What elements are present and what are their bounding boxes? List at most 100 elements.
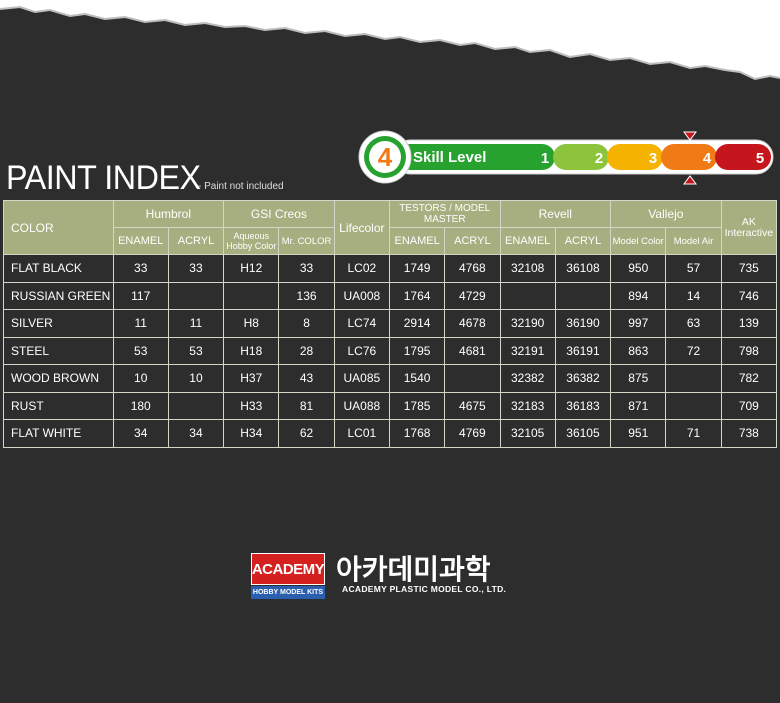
skill-level-5: 5 bbox=[756, 150, 764, 167]
paint-code-cell: 33 bbox=[112, 254, 169, 283]
paint-code-cell: 8 bbox=[278, 309, 335, 338]
paint-code-cell: 81 bbox=[278, 391, 335, 420]
level-marker-top bbox=[683, 131, 697, 141]
header-row-brands: COLOR Humbrol GSI Creos Lifecolor TESTOR… bbox=[3, 200, 778, 255]
paint-code-cell bbox=[167, 281, 225, 310]
sub-gsi-aqueous: Aqueous Hobby Color bbox=[223, 227, 280, 255]
skill-level-2: 2 bbox=[595, 150, 603, 167]
paint-code-cell: 180 bbox=[112, 391, 169, 420]
paint-code-cell: 32382 bbox=[499, 364, 556, 393]
color-name-cell: SILVER bbox=[3, 309, 114, 338]
table-row: STEEL 53 53 H18 28 LC76 1795 4681 32191 36191 863 7… bbox=[3, 336, 778, 365]
paint-code-cell: 4681 bbox=[444, 336, 501, 365]
paint-code-cell: 32190 bbox=[499, 309, 556, 338]
sub-testors-enamel: ENAMEL bbox=[388, 227, 446, 255]
brand-ak-interactive: AK Interactive bbox=[720, 200, 778, 255]
paint-code-cell: 4678 bbox=[444, 309, 501, 338]
table-row: SILVER 11 11 H8 8 LC74 2914 4678 32190 36190 997 63… bbox=[3, 309, 778, 338]
sub-humbrol-acryl: ACRYL bbox=[167, 227, 225, 255]
paint-code-cell: UA085 bbox=[333, 364, 390, 393]
paint-code-cell: 63 bbox=[665, 309, 722, 338]
paint-code-cell bbox=[223, 281, 280, 310]
paint-code-cell: 53 bbox=[167, 336, 225, 365]
paint-note: - Paint not included bbox=[198, 181, 284, 192]
paint-code-cell: 36190 bbox=[554, 309, 612, 338]
brand-lifecolor: Lifecolor bbox=[333, 200, 390, 255]
skill-label: Skill Level bbox=[413, 149, 486, 166]
paint-code-cell bbox=[167, 391, 225, 420]
paint-code-cell: 36183 bbox=[554, 391, 612, 420]
paint-code-cell: LC01 bbox=[333, 419, 390, 448]
company-english-name: ACADEMY PLASTIC MODEL CO., LTD. bbox=[342, 584, 507, 594]
paint-code-cell: 117 bbox=[112, 281, 169, 310]
paint-code-cell: H33 bbox=[223, 391, 280, 420]
paint-code-cell: 71 bbox=[665, 419, 722, 448]
paint-code-cell: 798 bbox=[720, 336, 778, 365]
paint-code-cell: 33 bbox=[278, 254, 335, 283]
skill-number: 4 bbox=[378, 142, 393, 172]
paint-code-cell: 950 bbox=[610, 254, 667, 283]
paint-code-cell: 136 bbox=[278, 281, 335, 310]
sub-gsi-mr-color: Mr. COLOR bbox=[278, 227, 335, 255]
color-name-cell: RUST bbox=[3, 391, 114, 420]
paint-code-cell: LC76 bbox=[333, 336, 390, 365]
brand-humbrol: Humbrol bbox=[112, 200, 225, 228]
paint-code-cell: 28 bbox=[278, 336, 335, 365]
sub-revell-acryl: ACRYL bbox=[554, 227, 612, 255]
paint-code-cell: H12 bbox=[223, 254, 280, 283]
paint-code-cell bbox=[665, 364, 722, 393]
paint-code-cell: 10 bbox=[167, 364, 225, 393]
paint-code-cell: 57 bbox=[665, 254, 722, 283]
paint-code-cell: 871 bbox=[610, 391, 667, 420]
paint-code-cell: 36382 bbox=[554, 364, 612, 393]
paint-index-table: COLOR Humbrol GSI Creos Lifecolor TESTOR… bbox=[3, 200, 778, 448]
brand-vallejo: Vallejo bbox=[610, 200, 722, 228]
paint-code-cell: 32183 bbox=[499, 391, 556, 420]
paint-code-cell: 1764 bbox=[388, 281, 446, 310]
paint-code-cell: 53 bbox=[112, 336, 169, 365]
skill-level-badge: 4 Skill Level 1 2 3 4 5 bbox=[358, 130, 774, 185]
paint-code-cell: 782 bbox=[720, 364, 778, 393]
header-row-types: ENAMEL ACRYL Aqueous Hobby Color Mr. COL… bbox=[4, 227, 777, 255]
paint-code-cell: 4769 bbox=[444, 419, 501, 448]
paint-code-cell bbox=[665, 391, 722, 420]
table-row: FLAT WHITE 34 34 H34 62 LC01 1768 4769 32105 3610… bbox=[3, 419, 778, 448]
paint-code-cell bbox=[444, 364, 501, 393]
paint-code-cell: 1785 bbox=[388, 391, 446, 420]
paint-code-cell: 36191 bbox=[554, 336, 612, 365]
skill-level-4: 4 bbox=[703, 150, 712, 167]
color-name-cell: STEEL bbox=[3, 336, 114, 365]
table-row: FLAT BLACK 33 33 H12 33 LC02 1749 4768 32108 3610… bbox=[3, 254, 778, 283]
table-row: RUST 180 H33 81 UA088 1785 4675 32183 36183 871 70… bbox=[3, 391, 778, 420]
paint-code-cell: 1749 bbox=[388, 254, 446, 283]
academy-logo: ACADEMY HOBBY MODEL KITS bbox=[251, 553, 325, 599]
paint-code-cell: 11 bbox=[167, 309, 225, 338]
paint-code-cell: H34 bbox=[223, 419, 280, 448]
skill-level-3: 3 bbox=[649, 150, 657, 167]
page-title: PAINT INDEX bbox=[6, 159, 201, 197]
sub-vallejo-model-air: Model Air bbox=[665, 227, 722, 255]
paint-code-cell: 32191 bbox=[499, 336, 556, 365]
paint-code-cell: 746 bbox=[720, 281, 778, 310]
paint-code-cell: 4675 bbox=[444, 391, 501, 420]
paint-code-cell: 1540 bbox=[388, 364, 446, 393]
paint-code-cell: 72 bbox=[665, 336, 722, 365]
paint-code-cell: 139 bbox=[720, 309, 778, 338]
brand-testors: TESTORS / MODEL MASTER bbox=[388, 200, 501, 228]
paint-code-cell bbox=[554, 281, 612, 310]
sub-humbrol-enamel: ENAMEL bbox=[112, 227, 169, 255]
table-row: RUSSIAN GREEN 117 136 UA008 1764 4729 894 14 746 bbox=[3, 281, 778, 310]
paint-code-cell: 14 bbox=[665, 281, 722, 310]
paint-code-cell: 1795 bbox=[388, 336, 446, 365]
paint-code-cell: LC02 bbox=[333, 254, 390, 283]
paint-code-cell: 34 bbox=[112, 419, 169, 448]
brand-gsi-creos: GSI Creos bbox=[223, 200, 335, 228]
sub-vallejo-model-color: Model Color bbox=[610, 227, 667, 255]
paint-code-cell: 951 bbox=[610, 419, 667, 448]
paint-code-cell: 4729 bbox=[444, 281, 501, 310]
paint-code-cell: H8 bbox=[223, 309, 280, 338]
paint-code-cell: 997 bbox=[610, 309, 667, 338]
color-name-cell: RUSSIAN GREEN bbox=[3, 281, 114, 310]
color-name-cell: FLAT WHITE bbox=[3, 419, 114, 448]
torn-paper-edge bbox=[0, 0, 780, 81]
